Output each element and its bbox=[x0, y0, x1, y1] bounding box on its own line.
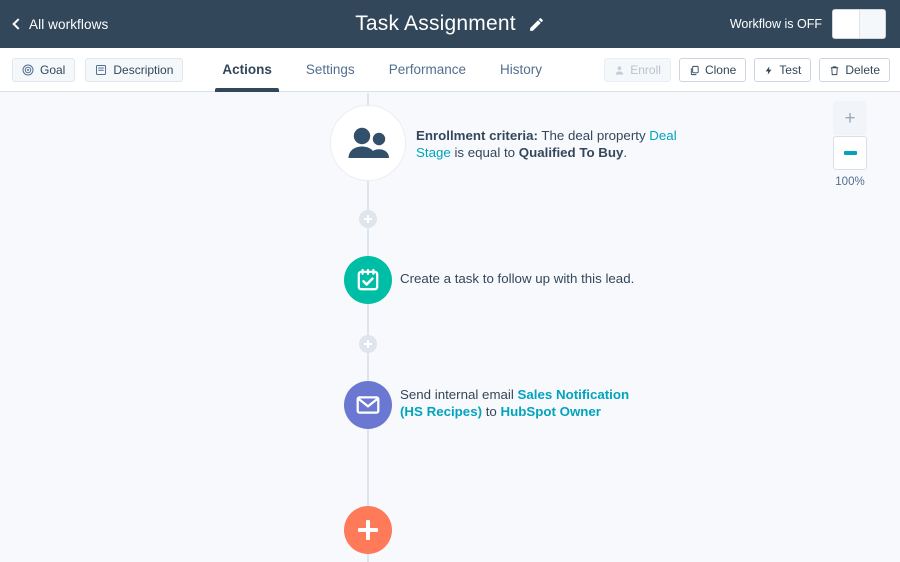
zoom-in-label: + bbox=[844, 109, 855, 128]
tab-actions[interactable]: Actions bbox=[205, 48, 289, 92]
pencil-icon[interactable] bbox=[528, 16, 545, 33]
chevron-left-icon bbox=[12, 18, 23, 29]
workflow-toggle-label: Workflow is OFF bbox=[730, 17, 822, 31]
enrollment-criteria-text: Enrollment criteria: The deal property D… bbox=[416, 127, 702, 161]
enroll-button-label: Enroll bbox=[630, 63, 661, 77]
email-step-text: Send internal email Sales Notification (… bbox=[400, 386, 640, 420]
toggle-knob bbox=[833, 10, 860, 38]
tab-bar: Goal Description Actions Settings Perfor… bbox=[0, 48, 900, 92]
enrollment-icon-circle bbox=[330, 105, 406, 181]
description-button-label: Description bbox=[113, 63, 173, 77]
delete-button-label: Delete bbox=[845, 63, 880, 77]
goal-button-label: Goal bbox=[40, 63, 65, 77]
action-button-group: Enroll Clone Test Delete bbox=[604, 48, 890, 92]
test-button[interactable]: Test bbox=[754, 58, 811, 82]
enrollment-criteria-label: Enrollment criteria: bbox=[416, 128, 538, 143]
email-icon-circle bbox=[344, 381, 392, 429]
tab-settings[interactable]: Settings bbox=[289, 48, 372, 92]
toggle-track bbox=[860, 10, 885, 38]
person-icon bbox=[614, 65, 625, 76]
clone-button[interactable]: Clone bbox=[679, 58, 746, 82]
task-icon-circle bbox=[344, 256, 392, 304]
back-link-label: All workflows bbox=[29, 17, 108, 32]
back-to-all-workflows-link[interactable]: All workflows bbox=[14, 17, 108, 32]
enrollment-text-1: The deal property bbox=[538, 128, 649, 143]
enrollment-text-3: . bbox=[623, 145, 627, 160]
zoom-out-button[interactable] bbox=[833, 136, 867, 170]
copy-icon bbox=[689, 65, 700, 76]
envelope-icon bbox=[355, 392, 381, 418]
target-icon bbox=[22, 64, 34, 76]
enrollment-value: Qualified To Buy bbox=[519, 145, 624, 160]
zoom-controls: + 100% bbox=[833, 101, 867, 188]
workflow-canvas: Enrollment criteria: The deal property D… bbox=[0, 93, 900, 562]
description-button[interactable]: Description bbox=[85, 58, 183, 82]
delete-button[interactable]: Delete bbox=[819, 58, 890, 82]
enrollment-text-2: is equal to bbox=[451, 145, 519, 160]
workflow-title: Task Assignment bbox=[355, 12, 516, 36]
add-step-connector-2[interactable] bbox=[359, 335, 377, 353]
minus-icon bbox=[844, 151, 857, 155]
enrollment-criteria-node[interactable]: Enrollment criteria: The deal property D… bbox=[330, 105, 702, 181]
goal-button[interactable]: Goal bbox=[12, 58, 75, 82]
workflow-step-create-task[interactable]: Create a task to follow up with this lea… bbox=[344, 256, 700, 304]
workflow-step-send-internal-email[interactable]: Send internal email Sales Notification (… bbox=[344, 381, 640, 429]
zoom-in-button: + bbox=[833, 101, 867, 135]
trash-icon bbox=[829, 65, 840, 76]
tab-actions-label: Actions bbox=[222, 62, 272, 77]
document-icon bbox=[95, 64, 107, 76]
tab-settings-label: Settings bbox=[306, 62, 355, 77]
pill-button-group: Goal Description bbox=[12, 58, 183, 82]
zoom-level-label: 100% bbox=[833, 176, 867, 188]
task-calendar-check-icon bbox=[355, 267, 381, 293]
email-text-1: Send internal email bbox=[400, 387, 518, 402]
workflow-editor: All workflows Task Assignment Workflow i… bbox=[0, 0, 900, 562]
add-step-connector-1[interactable] bbox=[359, 210, 377, 228]
tab-history[interactable]: History bbox=[483, 48, 559, 92]
email-text-2: to bbox=[482, 404, 500, 419]
email-recipient-link[interactable]: HubSpot Owner bbox=[501, 404, 601, 419]
workflow-on-off-toggle[interactable] bbox=[832, 9, 886, 39]
tab-performance-label: Performance bbox=[389, 62, 466, 77]
tab-history-label: History bbox=[500, 62, 542, 77]
clone-button-label: Clone bbox=[705, 63, 736, 77]
top-header: All workflows Task Assignment Workflow i… bbox=[0, 0, 900, 48]
workflow-toggle-group: Workflow is OFF bbox=[730, 0, 886, 48]
people-icon bbox=[346, 126, 390, 160]
tab-list: Actions Settings Performance History bbox=[205, 48, 559, 92]
task-step-text: Create a task to follow up with this lea… bbox=[400, 270, 700, 287]
bolt-icon bbox=[764, 65, 774, 76]
add-action-button[interactable] bbox=[344, 506, 392, 554]
enroll-button: Enroll bbox=[604, 58, 671, 82]
tab-performance[interactable]: Performance bbox=[372, 48, 483, 92]
test-button-label: Test bbox=[779, 63, 801, 77]
